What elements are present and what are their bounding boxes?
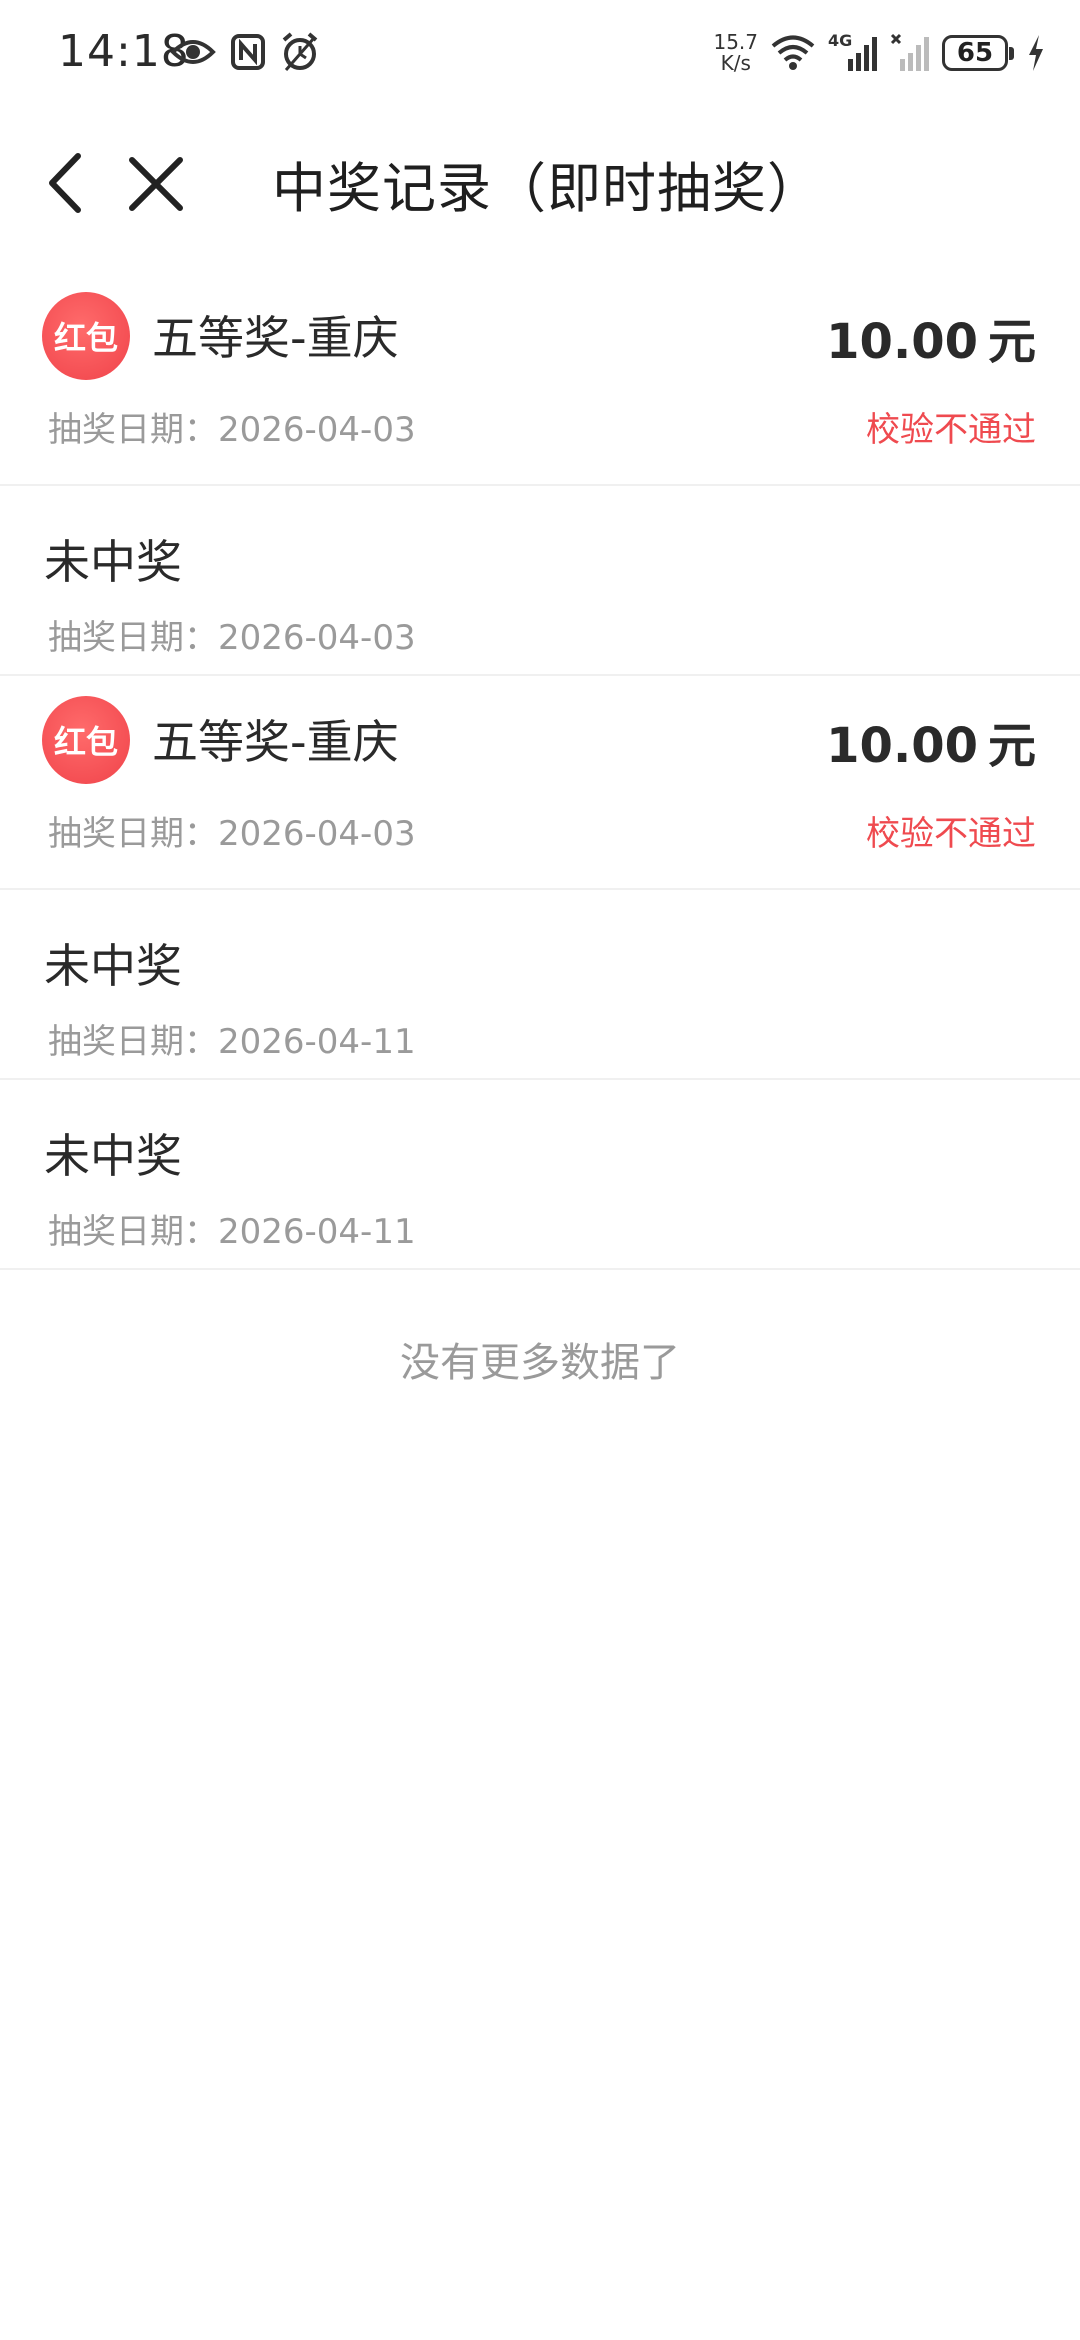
prize-name: 五等奖-重庆 (152, 715, 399, 769)
nav-bar: 中奖记录（即时抽奖） (0, 108, 1080, 258)
wifi-icon (771, 35, 815, 70)
back-button[interactable] (40, 146, 100, 220)
prize-name: 未中奖 (44, 1129, 182, 1183)
chevron-left-icon (49, 153, 81, 213)
status-bar: 14:18 15.7 K/s 4G 65 (0, 0, 1080, 108)
list-item[interactable]: 红包 五等奖-重庆 10.00 元 抽奖日期：2026-04-03 校验不通过 (0, 272, 1080, 486)
signal-icon: 4G (828, 31, 878, 73)
verify-status: 校验不通过 (866, 814, 1036, 854)
prize-amount: 10.00 元 (826, 314, 1036, 370)
nfc-icon (231, 34, 265, 70)
prize-amount: 10.00 元 (826, 718, 1036, 774)
close-icon (129, 157, 183, 211)
signal-off-icon (890, 33, 929, 71)
red-packet-badge: 红包 (42, 696, 130, 784)
verify-status: 校验不通过 (866, 410, 1036, 450)
net-speed: 15.7 K/s (713, 30, 758, 75)
list-item[interactable]: 红包 五等奖-重庆 10.00 元 抽奖日期：2026-04-03 校验不通过 (0, 676, 1080, 890)
prize-name: 未中奖 (44, 535, 182, 589)
draw-date: 抽奖日期：2026-04-03 (48, 410, 416, 450)
battery-icon: 65 (942, 35, 1014, 71)
record-list: 红包 五等奖-重庆 10.00 元 抽奖日期：2026-04-03 校验不通过 未… (0, 272, 1080, 1270)
page-title: 中奖记录（即时抽奖） (272, 157, 822, 220)
draw-date: 抽奖日期：2026-04-03 (48, 618, 416, 658)
draw-date: 抽奖日期：2026-04-03 (48, 814, 416, 854)
draw-date: 抽奖日期：2026-04-11 (48, 1212, 416, 1252)
close-button[interactable] (124, 152, 188, 216)
charging-icon (1029, 35, 1043, 71)
list-item[interactable]: 未中奖 抽奖日期：2026-04-03 (0, 486, 1080, 676)
prize-name: 五等奖-重庆 (152, 311, 399, 365)
status-right-icons: 15.7 K/s 4G 65 (713, 28, 1046, 78)
alarm-icon (282, 32, 318, 71)
prize-name: 未中奖 (44, 939, 182, 993)
red-packet-badge: 红包 (42, 292, 130, 380)
list-item[interactable]: 未中奖 抽奖日期：2026-04-11 (0, 890, 1080, 1080)
list-item[interactable]: 未中奖 抽奖日期：2026-04-11 (0, 1080, 1080, 1270)
status-left-icons (170, 30, 320, 74)
draw-date: 抽奖日期：2026-04-11 (48, 1022, 416, 1062)
no-more-data-text: 没有更多数据了 (400, 1340, 680, 1386)
eye-icon (170, 40, 216, 64)
